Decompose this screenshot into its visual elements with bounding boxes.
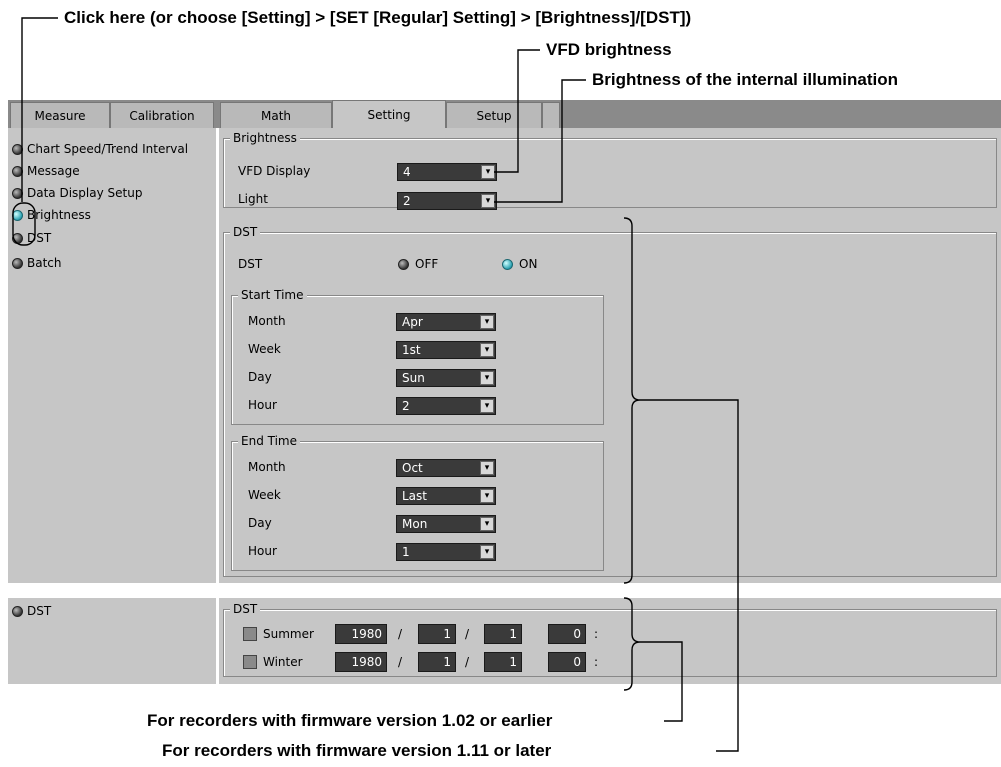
bracket-new-firmware <box>623 217 641 584</box>
callout-leader-click <box>21 17 58 202</box>
callout-lines <box>12 17 739 752</box>
highlight-ring <box>12 202 36 246</box>
callout-leader-vfd <box>494 49 540 173</box>
callout-leader-new-fw <box>640 399 739 752</box>
callout-leader-old-fw <box>640 641 683 722</box>
callout-leader-illum <box>494 79 586 203</box>
bracket-old-firmware <box>623 597 641 691</box>
